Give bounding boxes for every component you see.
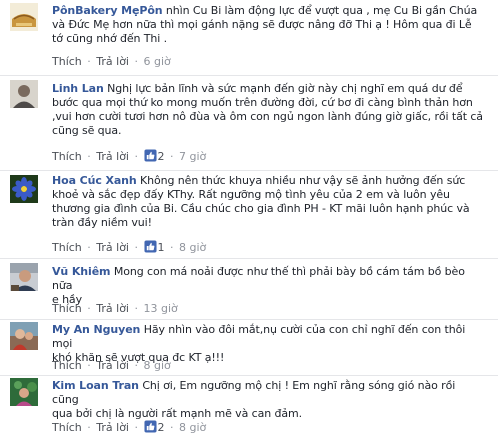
comment-text: thương gia đình của Bi. Cầu chúc cho gia… [52, 202, 470, 215]
separator-dot: · [170, 421, 174, 434]
comment-time[interactable]: 8 giờ [179, 241, 206, 254]
like-button[interactable]: Thích [52, 421, 82, 434]
like-count-value: 1 [157, 241, 165, 254]
commenter-name[interactable]: Hoa Cúc Xanh [52, 174, 137, 187]
separator-dot: · [87, 55, 91, 68]
like-count-value: 2 [157, 150, 165, 163]
commenter-name[interactable]: Linh Lan [52, 82, 104, 95]
divider [0, 258, 498, 259]
like-button[interactable]: Thích [52, 150, 82, 163]
comment-text: cũng sẽ qua. [52, 124, 122, 137]
commenter-name[interactable]: Kim Loan Tran [52, 379, 139, 392]
like-count-value: 2 [157, 421, 165, 434]
reply-button[interactable]: Trả lời [96, 359, 129, 372]
comment-text: nhìn Cu Bi làm động lực để vượt qua , mẹ… [162, 4, 478, 17]
commenter-name[interactable]: My An Nguyen [52, 323, 140, 336]
like-button[interactable]: Thích [52, 55, 82, 68]
comment-text: Mong con má noải được như thế thì phải b… [52, 265, 465, 292]
divider [0, 170, 498, 171]
separator-dot: · [134, 421, 139, 434]
reply-button[interactable]: Trả lời [96, 241, 129, 254]
avatar[interactable] [10, 3, 38, 31]
comment-time[interactable]: 8 giờ [179, 421, 206, 434]
reply-button[interactable]: Trả lời [96, 302, 129, 315]
divider [0, 375, 498, 376]
comment-text: tớ cũng nhớ đến Thi . [52, 32, 168, 45]
comment-text: bước qua mọi thứ ko mong muốn trên đường… [52, 96, 473, 109]
avatar[interactable] [10, 80, 38, 108]
avatar[interactable] [10, 175, 38, 203]
avatar[interactable] [10, 322, 38, 350]
separator-dot: · [134, 150, 139, 163]
comment-time[interactable]: 6 giờ [144, 55, 171, 68]
avatar[interactable] [10, 263, 38, 291]
comment-time[interactable]: 7 giờ [179, 150, 206, 163]
comment-text: khoẻ và sắc đẹp đấy KThy. Rất ngưỡng mộ … [52, 188, 450, 201]
comment-text: ,vui hơn cười tươi hơn nô đùa và ôm con … [52, 110, 483, 123]
thumbs-up-icon [143, 149, 157, 162]
like-count[interactable]: 2 [143, 149, 169, 163]
separator-dot: · [134, 241, 139, 254]
like-count[interactable]: 1 [143, 240, 169, 254]
separator-dot: · [170, 241, 174, 254]
reply-button[interactable]: Trả lời [96, 421, 129, 434]
comment-time[interactable]: 13 giờ [144, 302, 178, 315]
comment-text: qua bởi chị là người rất mạnh mẽ và can … [52, 407, 303, 420]
separator-dot: · [134, 359, 139, 372]
reply-button[interactable]: Trả lời [96, 55, 129, 68]
separator-dot: · [170, 150, 174, 163]
separator-dot: · [87, 150, 91, 163]
thumbs-up-icon [143, 420, 157, 433]
separator-dot: · [134, 302, 139, 315]
like-button[interactable]: Thích [52, 302, 82, 315]
commenter-name[interactable]: Vũ Khiêm [52, 265, 111, 278]
like-button[interactable]: Thích [52, 241, 82, 254]
separator-dot: · [87, 421, 91, 434]
comment-text: Không nên thức khuya nhiều như vậy sẽ ản… [136, 174, 466, 187]
separator-dot: · [87, 241, 91, 254]
separator-dot: · [87, 359, 91, 372]
comment-time[interactable]: 8 giờ [144, 359, 171, 372]
separator-dot: · [87, 302, 91, 315]
like-count[interactable]: 2 [143, 420, 169, 434]
commenter-name[interactable]: PônBakery MẹPôn [52, 4, 163, 17]
avatar[interactable] [10, 378, 38, 406]
reply-button[interactable]: Trả lời [96, 150, 129, 163]
divider [0, 75, 498, 76]
like-button[interactable]: Thích [52, 359, 82, 372]
divider [0, 319, 498, 320]
thumbs-up-icon [143, 240, 157, 253]
comment-text: và Đức Mẹ hơn nữa thì mọi gánh nặng sẽ đ… [52, 18, 472, 31]
comment-text: Nghị lực bản lĩnh và sức mạnh đến giờ nà… [103, 82, 463, 95]
separator-dot: · [134, 55, 139, 68]
comment-text: tràn đầy niềm vui! [52, 216, 152, 229]
